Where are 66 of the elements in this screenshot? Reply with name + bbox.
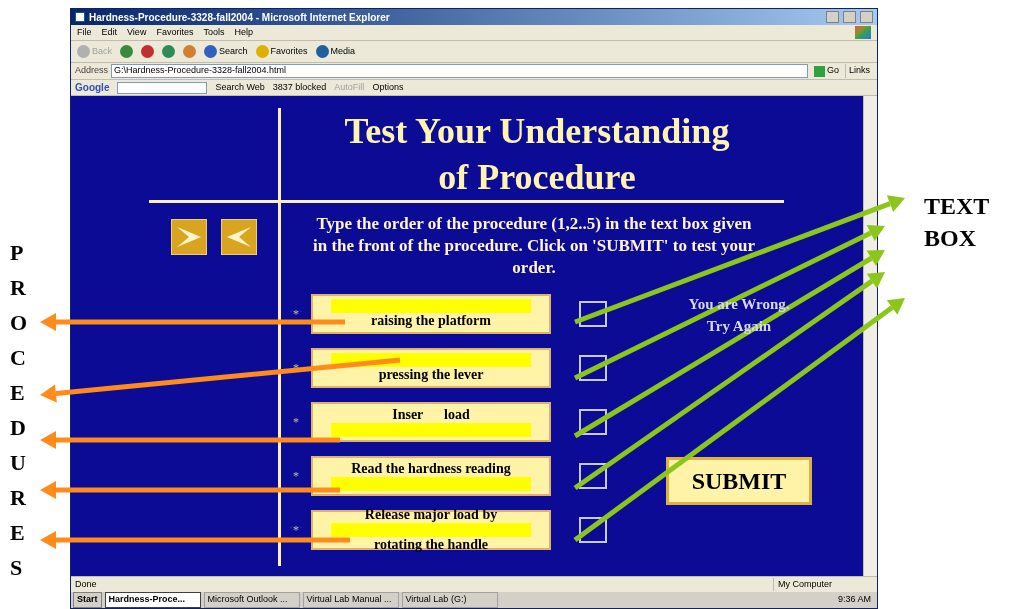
- asterisk-text: *: [292, 306, 300, 323]
- annotation-letter: D: [10, 415, 26, 441]
- menu-item[interactable]: Help: [234, 25, 253, 40]
- step-text: Inser load: [392, 407, 470, 423]
- menu-item[interactable]: Favorites: [156, 25, 194, 40]
- order-input-field[interactable]: [579, 301, 607, 327]
- clock-text: 9:36 AM: [837, 593, 872, 607]
- next-button[interactable]: [171, 219, 207, 255]
- step-text: raising the platform: [371, 313, 491, 329]
- annotation-letter: R: [10, 485, 26, 511]
- annotation-letter: P: [10, 240, 24, 266]
- favorites-button[interactable]: Favorites: [255, 44, 308, 59]
- step-text: Read the hardness reading: [351, 461, 511, 477]
- maximize-button[interactable]: [843, 11, 856, 23]
- taskbar-button[interactable]: Virtual Lab Manual ...: [302, 592, 399, 608]
- annotation-letter: E: [10, 520, 25, 546]
- page-title: Test Your Understanding: [344, 110, 730, 153]
- step-text: Release major load by: [364, 507, 498, 523]
- media-button[interactable]: Media: [315, 44, 356, 59]
- menu-item[interactable]: File: [77, 25, 92, 40]
- close-button[interactable]: [860, 11, 873, 23]
- step-text: rotating the handle: [373, 537, 489, 553]
- menu-item[interactable]: View: [127, 25, 147, 40]
- annotation-letter: E: [10, 380, 25, 406]
- blocked-button[interactable]: 3837 blocked: [272, 80, 327, 95]
- taskbar-button[interactable]: Microsoft Outlook ...: [203, 592, 300, 608]
- taskbar-button[interactable]: Virtual Lab (G:): [401, 592, 498, 608]
- scrollbar[interactable]: [863, 96, 877, 576]
- order-input-field[interactable]: [579, 517, 607, 543]
- search-web-button[interactable]: Search Web: [215, 80, 265, 95]
- order-input-field[interactable]: [579, 463, 607, 489]
- page-title: of Procedure: [438, 156, 636, 199]
- start-button[interactable]: Start: [73, 592, 102, 608]
- address-field[interactable]: G:\Hardness-Procedure-3328-fall2004.html: [111, 64, 808, 78]
- ie-page-icon: [75, 12, 85, 22]
- asterisk-text: *: [292, 468, 300, 485]
- window-title: Hardness-Procedure-3328-fall2004 - Microsoft Internet Explorer: [89, 10, 391, 25]
- order-input-field[interactable]: [579, 409, 607, 435]
- submit-button[interactable]: SUBMIT: [666, 457, 812, 505]
- annotation-letter: U: [10, 450, 26, 476]
- asterisk-text: *: [292, 522, 300, 539]
- instructions-text: Type the order of the procedure (1,2..5) in the text box given in the front of the procedure. Click on 'SUBMIT' to test your order.: [312, 213, 756, 279]
- taskbar-button[interactable]: Hardness-Proce...: [104, 592, 201, 608]
- asterisk-text: *: [292, 360, 300, 377]
- status-text: Done: [75, 577, 98, 591]
- annotation-letter: R: [10, 275, 26, 301]
- annotation-label: TEXT: [924, 192, 991, 221]
- annotation-letter: C: [10, 345, 26, 371]
- search-button[interactable]: Search: [204, 44, 248, 59]
- menu-item[interactable]: Tools: [203, 25, 225, 40]
- step-text: pressing the lever: [378, 367, 484, 383]
- order-input-field[interactable]: [579, 355, 607, 381]
- google-logo: Google: [75, 81, 110, 95]
- zone-text: My Computer: [773, 577, 873, 592]
- go-button[interactable]: Go: [810, 64, 842, 78]
- options-button[interactable]: Options: [372, 80, 404, 95]
- annotation-label: BOX: [924, 224, 977, 253]
- annotation-letter: O: [10, 310, 28, 336]
- previous-button[interactable]: [221, 219, 257, 255]
- annotation-letter: S: [10, 555, 23, 581]
- address-label: Address: [75, 64, 109, 78]
- links-button[interactable]: Links: [845, 64, 873, 78]
- minimize-button[interactable]: [826, 11, 839, 23]
- menu-item[interactable]: Edit: [101, 25, 118, 40]
- asterisk-text: *: [292, 414, 300, 431]
- google-search-field[interactable]: [117, 81, 208, 94]
